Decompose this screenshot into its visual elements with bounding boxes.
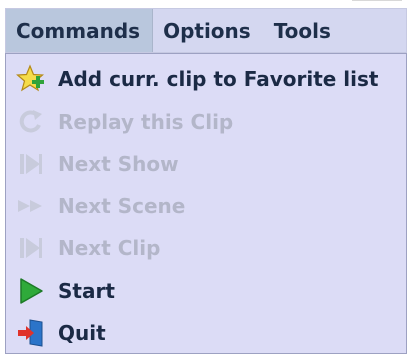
window-edge [352,0,402,7]
commands-dropdown: Add curr. clip to Favorite list Replay t… [5,53,407,354]
menu-item-add-favorite[interactable]: Add curr. clip to Favorite list [6,58,406,99]
menu-options[interactable]: Options [153,9,264,52]
menu-item-label: Quit [58,320,106,345]
menu-item-next-clip[interactable]: Next Clip [6,227,406,268]
menu-item-replay-clip[interactable]: Replay this Clip [6,101,406,142]
menu-bar: Commands Options Tools [5,8,407,53]
menu-item-next-show[interactable]: Next Show [6,143,406,184]
menu-item-quit[interactable]: Quit [6,312,406,353]
next-show-icon [12,147,50,181]
replay-icon [12,105,50,139]
menu-item-label: Next Clip [58,235,161,260]
menu-item-label: Start [58,278,115,303]
menu-item-start[interactable]: Start [6,270,406,311]
play-icon [12,274,50,308]
next-clip-icon [12,231,50,265]
menu-tools[interactable]: Tools [264,9,344,52]
favorite-star-add-icon [12,62,50,96]
menu-item-label: Replay this Clip [58,109,234,134]
menu-item-label: Add curr. clip to Favorite list [58,66,379,91]
menu-commands[interactable]: Commands [6,9,154,52]
menu-item-label: Next Show [58,151,179,176]
fast-forward-icon [12,189,50,223]
menu-item-label: Next Scene [58,193,186,218]
menu-item-next-scene[interactable]: Next Scene [6,185,406,226]
exit-door-icon [12,316,50,350]
app-window: Commands Options Tools Add curr. clip to… [0,0,409,354]
